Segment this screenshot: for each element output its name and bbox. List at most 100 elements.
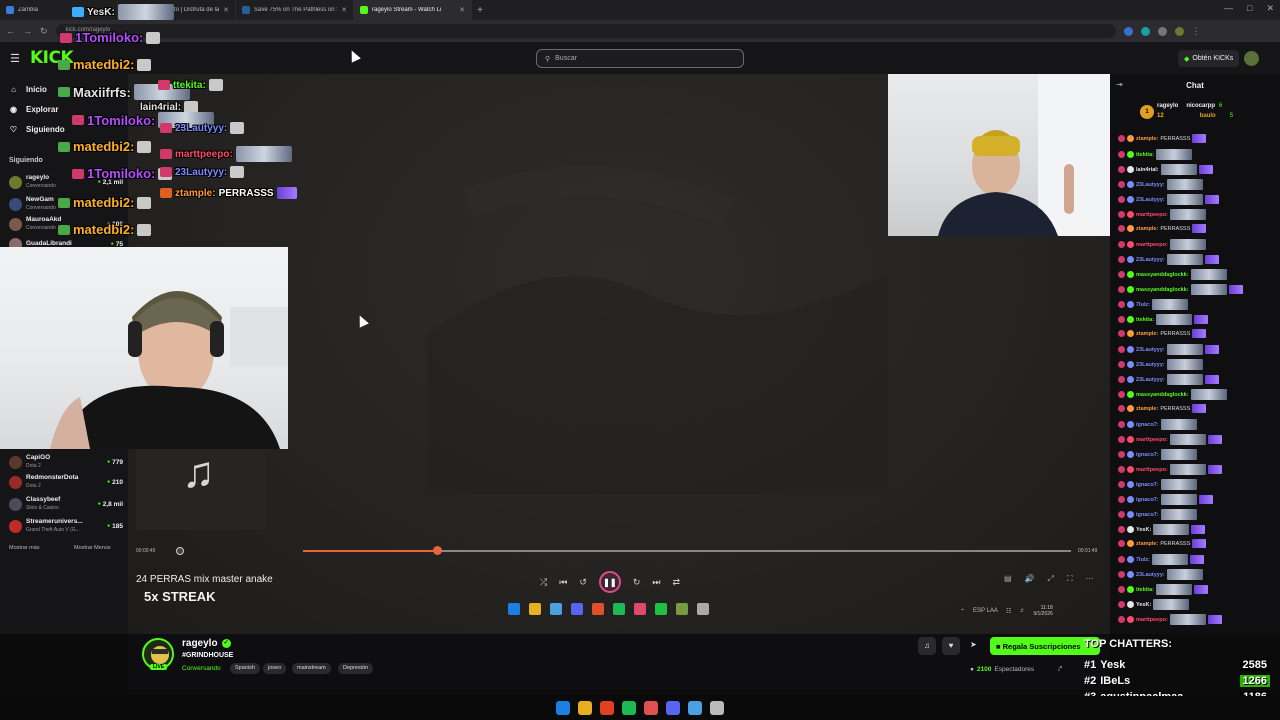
os-taskbar-app-icon[interactable]: [556, 701, 570, 715]
pause-button[interactable]: ❚❚: [598, 571, 621, 593]
followed-channel-item[interactable]: RedmonsterDota Dota 2 210: [9, 472, 123, 492]
chat-username[interactable]: ztample:: [1136, 406, 1158, 412]
tag-chip[interactable]: joseo: [263, 663, 287, 674]
chat-username[interactable]: 7lulz:: [1136, 302, 1150, 308]
chat-username[interactable]: ztample:: [1136, 541, 1158, 547]
fullscreen-icon[interactable]: ⛶: [1067, 574, 1073, 584]
chat-username[interactable]: ignaco7:: [1136, 482, 1159, 488]
chat-username[interactable]: ztample:: [1136, 136, 1158, 142]
browser-tab[interactable]: Save 75% on The Pathless on St ✕: [236, 0, 354, 20]
url-field[interactable]: kick.com/rageylo: [55, 24, 1116, 38]
os-taskbar-app-icon[interactable]: [710, 701, 724, 715]
os-taskbar-app-icon[interactable]: [666, 701, 680, 715]
maximize-icon[interactable]: □: [1247, 3, 1252, 14]
tag-chip[interactable]: Depresión: [338, 663, 374, 674]
tag-chip[interactable]: Spanish: [230, 663, 260, 674]
chat-username[interactable]: marttpeepo:: [1136, 617, 1168, 623]
chat-username[interactable]: ztample:: [1136, 331, 1158, 337]
nav-following[interactable]: ♡ Siguiendo: [9, 125, 65, 134]
chat-username[interactable]: ztample:: [1136, 226, 1158, 232]
profile-avatar[interactable]: [1174, 26, 1184, 36]
chat-username[interactable]: massyanddaglockk:: [1136, 392, 1189, 398]
show-less-link[interactable]: Mostrar Menos: [74, 545, 111, 551]
rewind-icon[interactable]: ↺: [579, 577, 587, 588]
os-taskbar-app-icon[interactable]: [578, 701, 592, 715]
nav-explore[interactable]: ◉ Explorar: [9, 105, 58, 114]
chat-username[interactable]: marttpeepo:: [1136, 242, 1168, 248]
stream-category[interactable]: Conversando: [182, 665, 221, 672]
extension-icon[interactable]: [1123, 26, 1133, 36]
chat-username[interactable]: YesK:: [1136, 527, 1151, 533]
extension-icon[interactable]: [1140, 26, 1150, 36]
followed-channel-item[interactable]: Streamerunivers... Grand Theft Auto V (G.…: [9, 516, 123, 536]
chat-username[interactable]: marttpeepo:: [1136, 212, 1168, 218]
chat-username[interactable]: marttpeepo:: [1136, 437, 1168, 443]
get-kicks-button[interactable]: ◆ Obtén KICKs: [1178, 50, 1240, 67]
more-options-icon[interactable]: ⋯: [1086, 574, 1094, 584]
previous-icon[interactable]: ⏮: [559, 577, 567, 588]
chat-username[interactable]: 23Lautyyy:: [1136, 347, 1165, 353]
tag-chip[interactable]: mainstream: [292, 663, 331, 674]
emote-icon: [1166, 254, 1203, 265]
chat-username[interactable]: marttpeepo:: [1136, 467, 1168, 473]
os-taskbar-app-icon[interactable]: [622, 701, 636, 715]
expand-icon[interactable]: ⤢: [1048, 574, 1054, 584]
search-input[interactable]: ⚲ Buscar: [536, 49, 744, 68]
browser-menu-icon[interactable]: ⋮: [1192, 26, 1201, 37]
nav-home[interactable]: ⌂ Inicio: [9, 85, 47, 94]
hamburger-menu-icon[interactable]: ☰: [10, 52, 20, 65]
chat-username[interactable]: massyanddaglockk:: [1136, 287, 1189, 293]
chat-username[interactable]: ignaco7:: [1136, 452, 1159, 458]
chat-username[interactable]: massyanddaglockk:: [1136, 272, 1189, 278]
tab-close-icon[interactable]: ✕: [341, 6, 347, 14]
chat-username[interactable]: ignaco7:: [1136, 512, 1159, 518]
chat-username[interactable]: ignaco7:: [1136, 497, 1159, 503]
chat-username[interactable]: YesK:: [1136, 602, 1151, 608]
share-icon[interactable]: ⤤: [1058, 666, 1062, 674]
os-taskbar-app-icon[interactable]: [644, 701, 658, 715]
overlay-username: 1Tomiloko:: [87, 166, 156, 181]
show-more-link[interactable]: Mostrar más: [9, 545, 40, 551]
chat-username[interactable]: 23Lautyyy:: [1136, 197, 1165, 203]
taskbar-app-icon: [655, 603, 667, 615]
chat-username[interactable]: 7lulz:: [1136, 557, 1150, 563]
chat-badge-icon: [1127, 151, 1134, 158]
followed-channel-item[interactable]: Classybeef Slots & Casino 2,8 mil: [9, 494, 123, 514]
minimize-icon[interactable]: —: [1224, 3, 1233, 14]
forward-icon[interactable]: →: [23, 26, 32, 36]
forward-icon[interactable]: ↻: [633, 577, 641, 588]
browser-tab[interactable]: rageylo Stream - Watch Li ✕: [354, 0, 472, 20]
next-icon[interactable]: ⏭: [652, 577, 660, 588]
shuffle-icon[interactable]: ⤮: [540, 577, 547, 588]
notification-bell-button[interactable]: ♫: [918, 637, 936, 655]
follow-heart-button[interactable]: ♥: [942, 637, 960, 655]
os-taskbar-app-icon[interactable]: [600, 701, 614, 715]
chat-username[interactable]: 23Lautyyy:: [1136, 377, 1165, 383]
back-icon[interactable]: ←: [6, 26, 15, 36]
tab-close-icon[interactable]: ✕: [223, 6, 229, 14]
chat-username[interactable]: 23Lautyyy:: [1136, 572, 1165, 578]
chat-username[interactable]: 23Lautyyy:: [1136, 182, 1165, 188]
os-taskbar-app-icon[interactable]: [688, 701, 702, 715]
close-window-icon[interactable]: ✕: [1266, 3, 1274, 14]
extensions-puzzle-icon[interactable]: [1157, 26, 1167, 36]
volume-icon[interactable]: 🔊: [1025, 574, 1035, 584]
emote-icon: [1190, 284, 1227, 295]
new-tab-button[interactable]: +: [472, 5, 488, 16]
chat-username[interactable]: ttekita:: [1136, 317, 1154, 323]
gift-icon[interactable]: ➤: [970, 640, 977, 649]
chat-username[interactable]: ttekita:: [1136, 152, 1154, 158]
user-avatar[interactable]: [1244, 51, 1259, 66]
queue-icon[interactable]: ▤: [1004, 574, 1012, 584]
tab-close-icon[interactable]: ✕: [459, 6, 465, 14]
chat-username[interactable]: lain4rial:: [1136, 167, 1159, 173]
chat-username[interactable]: ignaco7:: [1136, 422, 1159, 428]
chat-username[interactable]: 23Lautyyy:: [1136, 362, 1165, 368]
reload-icon[interactable]: ↻: [40, 26, 48, 37]
chat-username[interactable]: ttekita:: [1136, 587, 1154, 593]
chat-username[interactable]: 23Lautyyy:: [1136, 257, 1165, 263]
followed-channel-item[interactable]: CapiGO Dota 2 779: [9, 452, 123, 472]
volume-handle[interactable]: [176, 547, 184, 555]
repeat-icon[interactable]: ⇄: [673, 577, 681, 588]
channel-name[interactable]: rageylo ✓: [182, 638, 231, 649]
